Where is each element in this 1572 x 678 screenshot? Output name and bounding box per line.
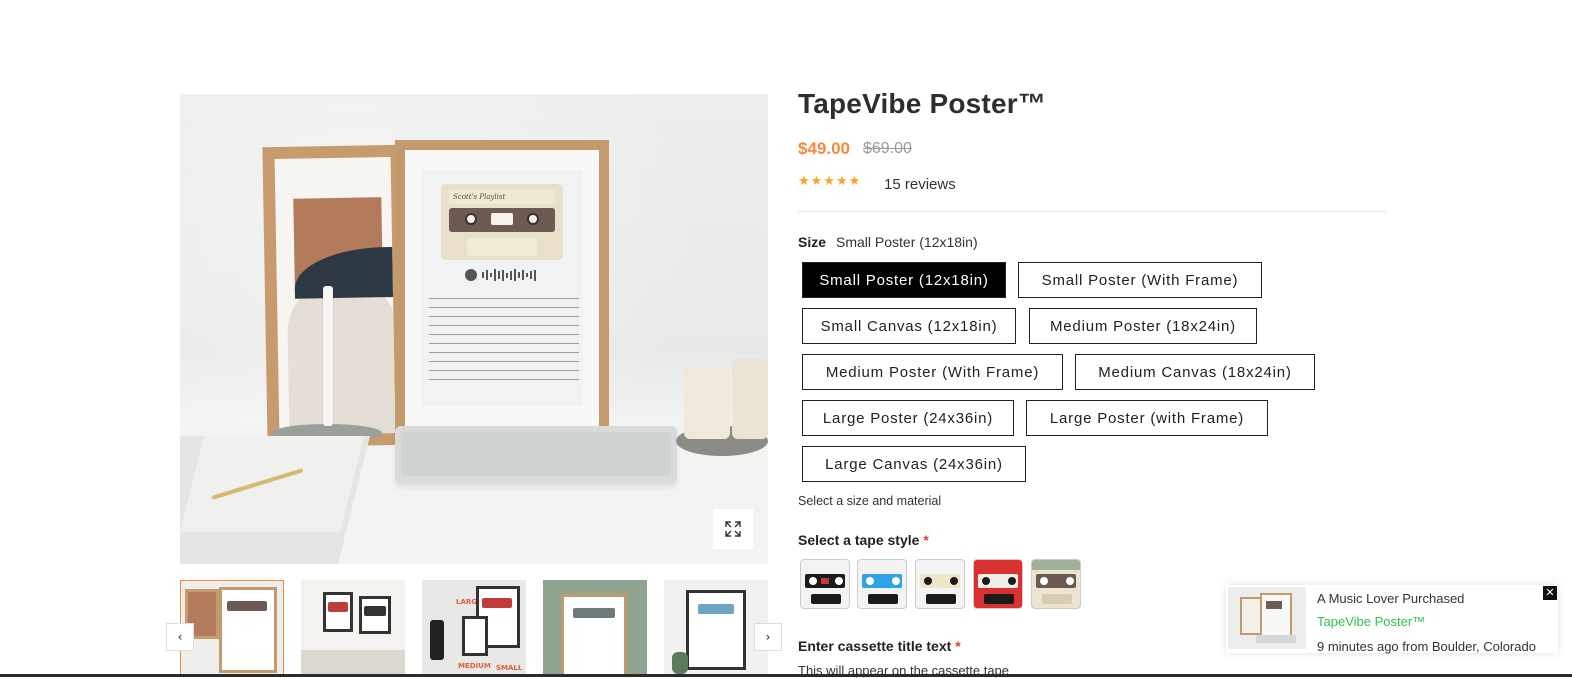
spotify-code — [465, 268, 539, 282]
thumbnail-next-button[interactable]: › — [754, 623, 782, 651]
cassette-bottom-plate — [467, 238, 537, 256]
size-option-large-poster-frame[interactable]: Large Poster (with Frame) — [1026, 400, 1268, 436]
cassette-poster-frame: Scott's Playlist — [395, 140, 609, 440]
compare-price: $69.00 — [863, 140, 912, 157]
size-option-small-canvas[interactable]: Small Canvas (12x18in) — [802, 308, 1016, 344]
star-rating-icon[interactable]: ★★★★★ — [798, 174, 861, 189]
expand-image-button[interactable] — [713, 509, 753, 549]
recent-purchase-popup[interactable]: A Music Lover Purchased TapeVibe Poster™… — [1226, 585, 1558, 654]
thumbnail-3[interactable]: LARGE MEDIUM SMALL — [422, 580, 526, 677]
tape-swatch-blue[interactable] — [857, 559, 907, 609]
size-option-large-poster[interactable]: Large Poster (24x36in) — [802, 400, 1014, 436]
tape-swatch-red[interactable] — [973, 559, 1023, 609]
reviews-link[interactable]: 15 reviews — [884, 176, 956, 193]
cassette-poster: Scott's Playlist — [421, 170, 583, 406]
pillar-candles — [680, 359, 768, 439]
thumbnail-strip: LARGE MEDIUM SMALL — [180, 580, 768, 677]
sale-price: $49.00 — [798, 139, 850, 158]
thumbnail-1[interactable] — [180, 580, 284, 677]
thumbnail-5[interactable] — [664, 580, 768, 677]
cassette-title-label: Enter cassette title text * — [798, 638, 961, 654]
cassette-reel-left — [465, 213, 477, 225]
cassette-illustration: Scott's Playlist — [441, 184, 563, 260]
size-label: Size — [798, 234, 827, 250]
chevron-right-icon: › — [765, 630, 771, 644]
thumbnail-2[interactable] — [301, 580, 405, 677]
size-option-small-poster[interactable]: Small Poster (12x18in) — [802, 262, 1006, 298]
expand-icon — [725, 521, 741, 537]
thumbnail-4[interactable] — [543, 580, 647, 677]
thumbnail-caption-medium: MEDIUM — [458, 662, 491, 670]
cassette-window — [491, 213, 513, 225]
size-option-small-poster-frame[interactable]: Small Poster (With Frame) — [1018, 262, 1262, 298]
popup-product-link[interactable]: TapeVibe Poster™ — [1317, 614, 1425, 629]
size-helper-text: Select a size and material — [798, 494, 942, 508]
tape-swatch-sage[interactable] — [1031, 559, 1081, 609]
close-icon[interactable]: ✕ — [1543, 586, 1557, 600]
book — [180, 436, 370, 564]
divider — [798, 211, 1386, 212]
tape-style-label: Select a tape style * — [798, 532, 929, 548]
chevron-left-icon: ‹ — [177, 630, 183, 644]
main-product-image[interactable]: Scott's Playlist — [180, 94, 768, 564]
art-arch-shape — [286, 276, 396, 435]
popup-product-image — [1228, 587, 1306, 649]
size-selected-value: Small Poster (12x18in) — [836, 234, 978, 250]
size-option-medium-poster-frame[interactable]: Medium Poster (With Frame) — [802, 354, 1063, 390]
product-title: TapeVibe Poster™ — [798, 88, 1047, 119]
thumbnail-prev-button[interactable]: ‹ — [166, 623, 194, 651]
popup-buyer-text: A Music Lover Purchased — [1317, 591, 1465, 606]
tape-swatch-cream[interactable] — [915, 559, 965, 609]
thumbnail-caption-small: SMALL — [496, 664, 523, 672]
back-art-frame — [262, 144, 408, 448]
tape-swatch-black[interactable] — [800, 559, 850, 609]
cassette-reel-right — [527, 213, 539, 225]
size-option-medium-poster[interactable]: Medium Poster (18x24in) — [1029, 308, 1257, 344]
poster-tracklist — [429, 290, 579, 380]
taper-candle — [323, 286, 333, 426]
cassette-label: Scott's Playlist — [449, 190, 555, 204]
laptop — [395, 426, 677, 484]
popup-time-location: 9 minutes ago from Boulder, Colorado — [1317, 639, 1536, 654]
size-option-medium-canvas[interactable]: Medium Canvas (18x24in) — [1075, 354, 1315, 390]
size-option-large-canvas[interactable]: Large Canvas (24x36in) — [802, 446, 1026, 482]
